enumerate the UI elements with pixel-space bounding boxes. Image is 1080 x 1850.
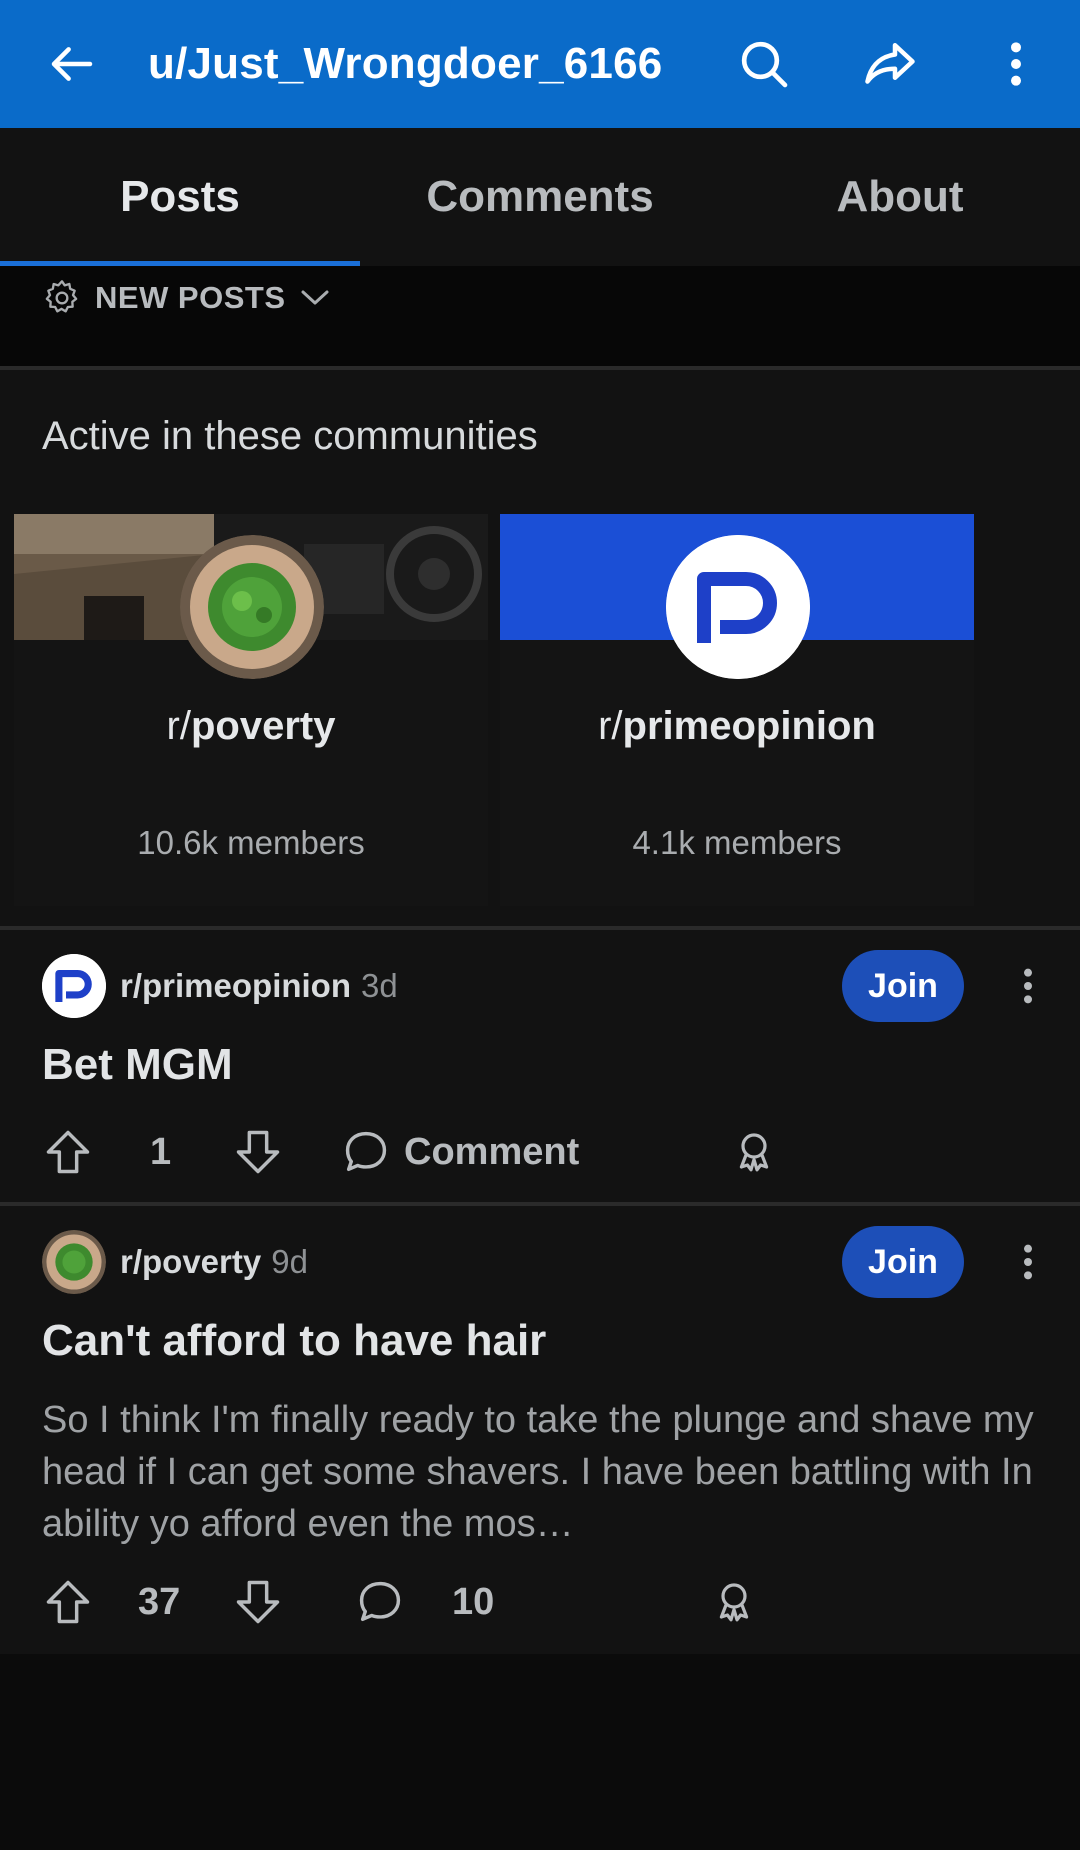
search-icon[interactable] xyxy=(726,26,802,102)
post-card[interactable]: r/poverty 9d Join Can't afford to have ha… xyxy=(0,1206,1080,1654)
award-icon[interactable] xyxy=(730,1128,782,1180)
comment-label[interactable]: Comment xyxy=(404,1124,579,1180)
profile-tabs: Posts Comments About xyxy=(0,128,1080,266)
subreddit-name[interactable]: r/primeopinion xyxy=(120,967,351,1004)
upvote-icon[interactable] xyxy=(42,1576,94,1628)
sort-selector[interactable]: NEW POSTS xyxy=(0,266,1080,366)
downvote-icon[interactable] xyxy=(232,1126,284,1178)
more-vertical-icon[interactable] xyxy=(1012,1232,1044,1292)
upvote-icon[interactable] xyxy=(42,1126,94,1178)
post-title[interactable]: Can't afford to have hair xyxy=(42,1316,546,1366)
community-prefix: r/ xyxy=(166,704,191,748)
post-card[interactable]: r/primeopinion 3d Join Bet MGM 1 Comment xyxy=(0,930,1080,1202)
community-name: r/poverty xyxy=(14,698,488,754)
subreddit-name[interactable]: r/poverty xyxy=(120,1243,261,1280)
community-name: r/primeopinion xyxy=(500,698,974,754)
comment-icon[interactable] xyxy=(354,1576,406,1628)
post-subreddit[interactable]: r/poverty 9d xyxy=(120,1230,308,1294)
comment-icon[interactable] xyxy=(340,1126,392,1178)
award-icon[interactable] xyxy=(710,1578,762,1630)
more-vertical-icon[interactable] xyxy=(1012,956,1044,1016)
subreddit-avatar xyxy=(42,954,106,1018)
member-count: 10.6k members xyxy=(137,824,365,861)
community-card-poverty[interactable]: r/poverty 10.6k members xyxy=(14,514,488,906)
community-avatar-primeopinion xyxy=(666,535,810,679)
community-name-text: primeopinion xyxy=(622,704,876,748)
community-prefix: r/ xyxy=(598,704,623,748)
vote-score: 1 xyxy=(150,1131,172,1173)
subreddit-avatar xyxy=(42,1230,106,1294)
post-body-preview[interactable]: So I think I'm finally ready to take the… xyxy=(42,1394,1042,1550)
tab-comments[interactable]: Comments xyxy=(360,128,720,266)
community-avatar-poverty xyxy=(180,535,324,679)
tab-posts[interactable]: Posts xyxy=(0,128,360,266)
app-bar: u/Just_Wrongdoer_6166 xyxy=(0,0,1080,128)
post-subreddit[interactable]: r/primeopinion 3d xyxy=(120,954,398,1018)
post-age: 9d xyxy=(271,1243,308,1280)
join-button[interactable]: Join xyxy=(842,950,964,1022)
post-age: 3d xyxy=(361,967,398,1004)
join-button[interactable]: Join xyxy=(842,1226,964,1298)
chevron-down-icon xyxy=(300,286,330,310)
arrow-left-icon[interactable] xyxy=(34,26,110,102)
member-count: 4.1k members xyxy=(632,824,842,861)
more-vertical-icon[interactable] xyxy=(978,26,1054,102)
gear-icon xyxy=(42,278,82,318)
share-icon[interactable] xyxy=(852,26,928,102)
active-communities-section: Active in these communities r/poverty 10… xyxy=(0,370,1080,926)
community-name-text: poverty xyxy=(190,704,336,748)
post-title[interactable]: Bet MGM xyxy=(42,1040,233,1090)
community-card-primeopinion[interactable]: r/primeopinion 4.1k members xyxy=(500,514,974,906)
section-heading: Active in these communities xyxy=(42,414,538,458)
downvote-icon[interactable] xyxy=(232,1576,284,1628)
comment-count[interactable]: 10 xyxy=(452,1574,494,1630)
vote-score: 37 xyxy=(138,1581,181,1623)
sort-label: NEW POSTS xyxy=(95,280,286,315)
page-title: u/Just_Wrongdoer_6166 xyxy=(148,39,663,88)
tab-about[interactable]: About xyxy=(720,128,1080,266)
